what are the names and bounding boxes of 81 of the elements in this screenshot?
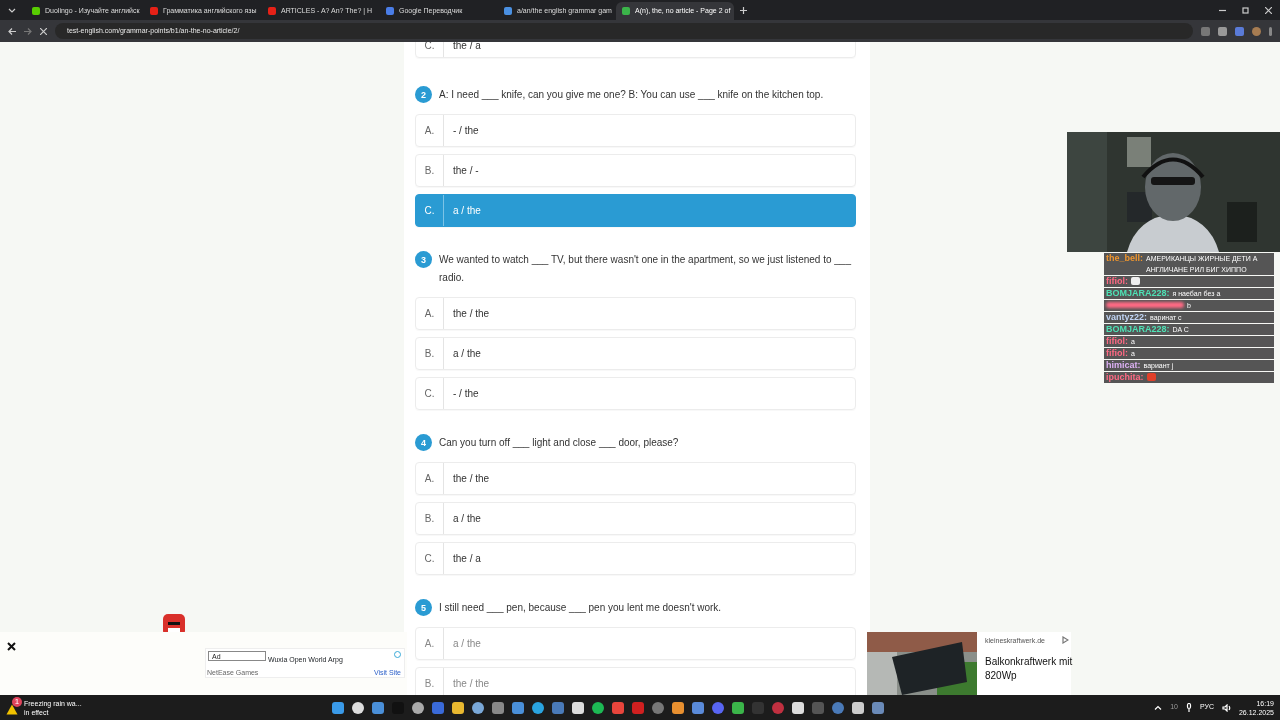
answer-option[interactable]: A. the / the — [415, 462, 856, 495]
option-text: a / the — [452, 204, 481, 218]
option-letter: C. — [416, 42, 444, 57]
app-icon[interactable] — [331, 701, 344, 714]
option-letter: A. — [416, 115, 444, 146]
stop-button[interactable] — [40, 27, 47, 35]
close-icon[interactable] — [7, 642, 16, 651]
answer-option[interactable]: C. - / the — [415, 377, 856, 410]
app-icon[interactable] — [591, 701, 604, 714]
option-letter: A. — [416, 463, 444, 494]
new-tab-button[interactable] — [740, 7, 747, 14]
option-letter: C. — [416, 543, 444, 574]
warning-icon[interactable] — [6, 703, 18, 715]
emote-icon — [1131, 277, 1140, 285]
ad-choices-icon[interactable] — [1062, 636, 1069, 644]
option-text: the / the — [452, 472, 490, 486]
option-letter: C. — [416, 378, 444, 409]
chat-username: vantyz22: — [1106, 312, 1148, 323]
app-icon[interactable] — [571, 701, 584, 714]
option-letter: B. — [416, 338, 444, 369]
question-text: Can you turn off ___ light and close ___ door, please? — [439, 436, 679, 450]
option-text: the / the — [452, 307, 490, 321]
app-icon[interactable] — [731, 701, 744, 714]
answer-option[interactable]: A. - / the — [415, 114, 856, 147]
option-text: a / the — [452, 347, 481, 361]
chat-username: fifiol: — [1106, 348, 1128, 359]
chat-username: BOMJARA228: — [1106, 288, 1170, 299]
option-letter: B. — [416, 155, 444, 186]
chat-username: fifiol: — [1106, 276, 1128, 287]
app-icon[interactable] — [511, 701, 524, 714]
chevron-up-icon[interactable] — [1154, 705, 1163, 710]
answer-option[interactable]: B. a / the — [415, 337, 856, 370]
answer-option[interactable]: A. a / the — [415, 627, 856, 660]
app-icon[interactable] — [411, 701, 424, 714]
question-number-badge: 2 — [415, 86, 432, 103]
option-text: - / the — [452, 124, 479, 138]
emote-icon — [1146, 373, 1156, 381]
app-icon[interactable] — [671, 701, 684, 714]
option-text: the / a — [452, 42, 481, 53]
app-icon[interactable] — [471, 701, 484, 714]
question-text: A: I need ___ knife, can you give me one? B: You can use ___ knife on the kitchen top. — [439, 88, 824, 102]
option-text: a / the — [452, 637, 481, 651]
question-text: We wanted to watch ___ TV, but there wasn't one in the apartment, so we just listened to ___ radio. — [439, 253, 852, 285]
answer-option[interactable]: A. the / the — [415, 297, 856, 330]
app-icon[interactable] — [371, 701, 384, 714]
app-icon[interactable] — [351, 701, 364, 714]
answer-option[interactable]: C. the / a — [415, 542, 856, 575]
answer-option[interactable]: C. the / a — [415, 42, 856, 58]
app-icon[interactable] — [851, 701, 864, 714]
chat-username: BOMJARA228: — [1106, 324, 1170, 335]
option-letter: B. — [416, 503, 444, 534]
app-icon[interactable] — [531, 701, 544, 714]
notification-badge: 1 — [12, 696, 22, 707]
option-text: the / the — [452, 677, 490, 691]
volume-icon[interactable] — [1221, 703, 1231, 712]
back-button[interactable] — [8, 27, 16, 35]
question-number-badge: 3 — [415, 251, 432, 268]
option-letter: C. — [416, 195, 444, 226]
app-icon[interactable] — [451, 701, 464, 714]
option-letter: A. — [416, 628, 444, 659]
maximize-button[interactable] — [1242, 6, 1249, 14]
answer-option[interactable]: B. the / - — [415, 154, 856, 187]
chat-username: the_bell: — [1106, 253, 1143, 264]
answer-option[interactable]: B. a / the — [415, 502, 856, 535]
question-number-badge: 5 — [415, 599, 432, 616]
close-button[interactable] — [1265, 6, 1272, 14]
microphone-icon[interactable] — [1185, 703, 1192, 712]
question-text: I still need ___ pen, because ___ pen you lent me doesn't work. — [439, 601, 722, 615]
option-text: the / a — [452, 552, 481, 566]
chat-username: ipuchita: — [1106, 372, 1144, 383]
forward-button[interactable] — [24, 27, 32, 35]
option-text: - / the — [452, 387, 479, 401]
chat-username: fifiol: — [1106, 336, 1128, 347]
chat-username: himicat: — [1106, 360, 1141, 371]
app-icon[interactable] — [791, 701, 804, 714]
option-text: the / - — [452, 164, 479, 178]
option-text: a / the — [452, 512, 481, 526]
option-letter: A. — [416, 298, 444, 329]
ad-headline[interactable]: Balkonkraftwerk mit 820Wp — [985, 654, 1073, 683]
tab-list-button[interactable] — [8, 8, 16, 14]
question-number-badge: 4 — [415, 434, 432, 451]
